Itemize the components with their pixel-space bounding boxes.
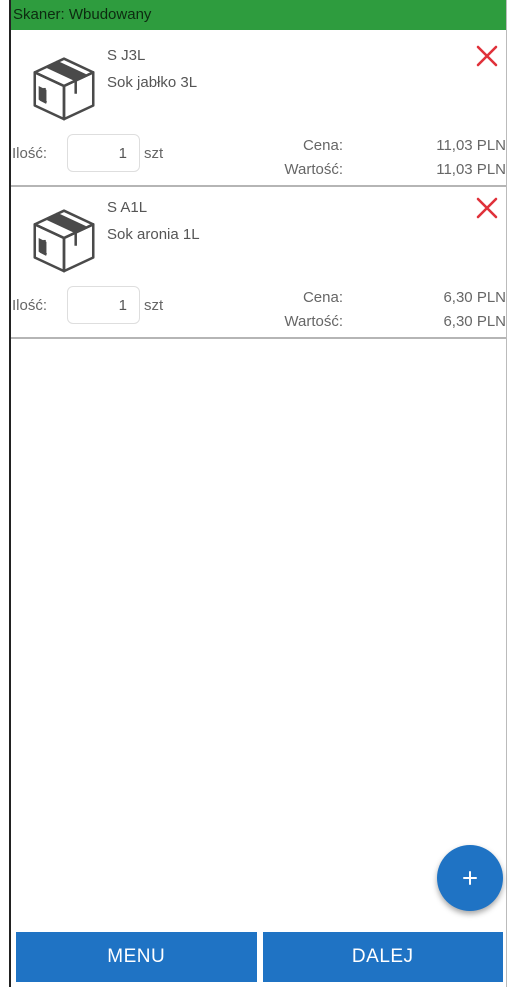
close-icon (476, 197, 498, 219)
cart-item[interactable]: S J3L Sok jabłko 3L Ilość: szt Cena: 11,… (11, 37, 506, 187)
next-button[interactable]: DALEJ (262, 932, 503, 982)
quantity-unit: szt (144, 297, 164, 314)
price-label: Cena: (302, 289, 343, 306)
item-name: Sok jabłko 3L (107, 74, 198, 91)
total-value: 6,30 PLN (443, 313, 506, 330)
quantity-input[interactable] (67, 134, 140, 172)
bottom-action-bar: MENU DALEJ (16, 932, 503, 982)
total-value-label: Wartość: (284, 313, 343, 330)
menu-button[interactable]: MENU (16, 932, 257, 982)
item-code: S J3L (107, 47, 146, 64)
remove-item-button[interactable] (472, 193, 502, 223)
package-box-icon (33, 57, 95, 121)
price-value: 11,03 PLN (436, 137, 506, 154)
price-label: Cena: (302, 137, 343, 154)
item-code: S A1L (107, 199, 148, 216)
quantity-input[interactable] (67, 286, 140, 324)
price-value: 6,30 PLN (443, 289, 506, 306)
close-icon (476, 45, 498, 67)
plus-icon (463, 871, 477, 885)
total-value: 11,03 PLN (436, 161, 506, 178)
total-value-label: Wartość: (284, 161, 343, 178)
item-name: Sok aronia 1L (107, 226, 200, 243)
scanner-status-bar: Skaner: Wbudowany (11, 0, 506, 30)
remove-item-button[interactable] (472, 41, 502, 71)
quantity-label: Ilość: (12, 145, 48, 162)
quantity-label: Ilość: (12, 297, 48, 314)
app-screen: Skaner: Wbudowany S J3L Sok jabłko 3L Il… (9, 0, 507, 987)
cart-item[interactable]: S A1L Sok aronia 1L Ilość: szt Cena: 6,3… (11, 189, 506, 339)
package-box-icon (33, 209, 95, 273)
add-item-button[interactable] (437, 845, 503, 911)
quantity-unit: szt (144, 145, 164, 162)
